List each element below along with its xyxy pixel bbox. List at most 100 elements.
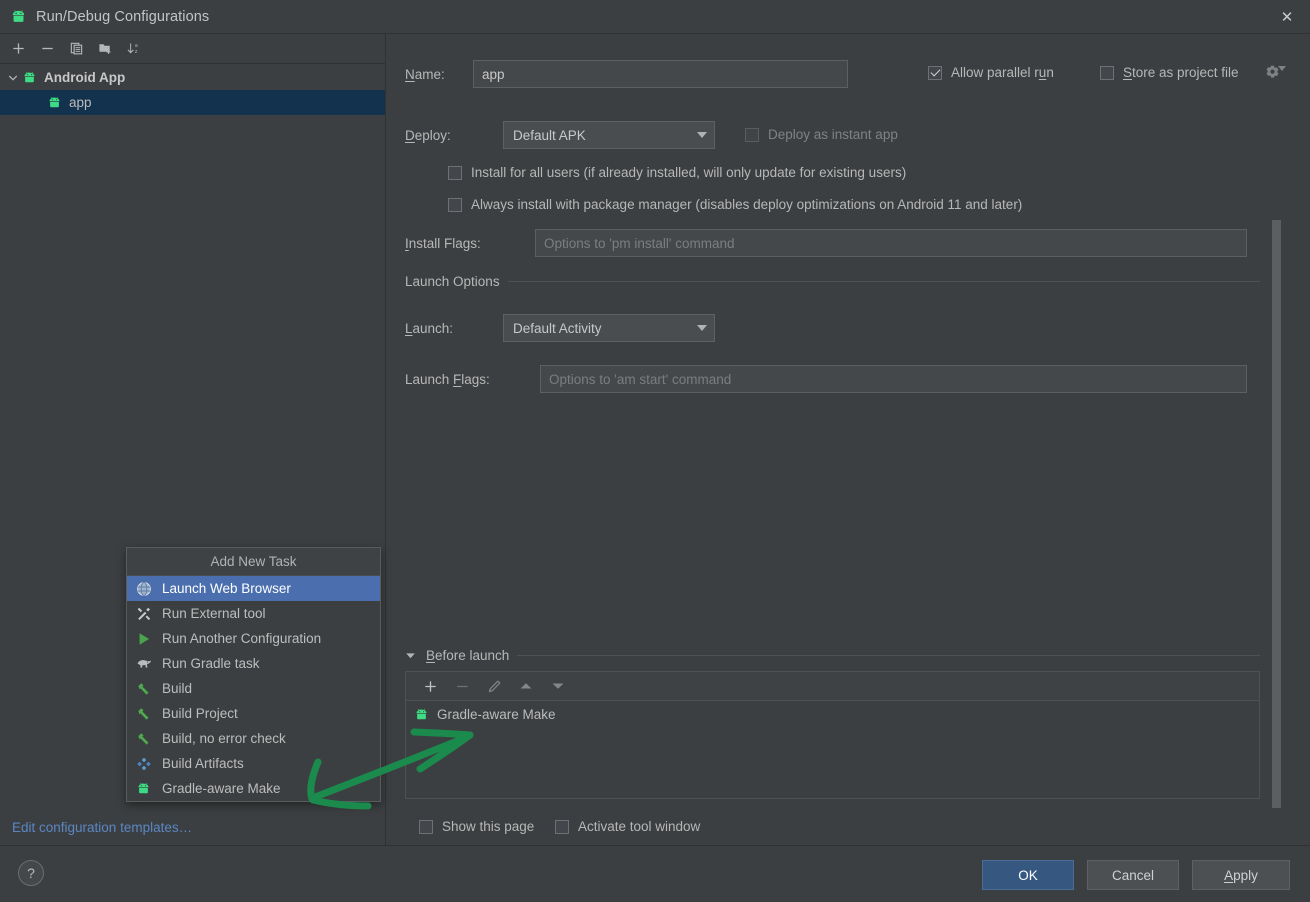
- name-input[interactable]: app: [473, 60, 848, 88]
- sidebar-toolbar: az: [0, 34, 385, 64]
- launch-select-value: Default Activity: [513, 320, 602, 336]
- launch-flags-label: Launch Flags:: [405, 371, 490, 387]
- gradle-elephant-icon: [136, 656, 153, 672]
- menu-item-gradle-aware-make[interactable]: Gradle-aware Make: [127, 776, 380, 801]
- launch-label: Launch:: [405, 320, 454, 336]
- checkbox-box[interactable]: [745, 127, 759, 142]
- tree-group-label: Android App: [44, 70, 126, 85]
- chevron-down-icon: [697, 325, 707, 331]
- section-divider: [517, 655, 1260, 656]
- tools-icon: [136, 606, 153, 622]
- dialog-footer: ? OK Cancel Apply: [0, 845, 1310, 902]
- menu-item-build[interactable]: Build: [127, 676, 380, 701]
- folder-add-icon[interactable]: [91, 36, 120, 62]
- launch-flags-input[interactable]: Options to 'am start' command: [540, 365, 1247, 393]
- dialog-titlebar: Run/Debug Configurations ✕: [0, 0, 1310, 33]
- menu-item-run-gradle-task[interactable]: Run Gradle task: [127, 651, 380, 676]
- allow-parallel-run-label: Allow parallel run: [951, 65, 1054, 80]
- remove-configuration-button[interactable]: [33, 36, 62, 62]
- triangle-up-icon[interactable]: [510, 673, 542, 700]
- android-icon: [22, 70, 37, 85]
- menu-item-label: Gradle-aware Make: [162, 781, 281, 796]
- edit-configuration-templates-link[interactable]: Edit configuration templates…: [12, 820, 192, 835]
- artifacts-icon: [136, 756, 153, 772]
- menu-item-build-no-error-check[interactable]: Build, no error check: [127, 726, 380, 751]
- globe-icon: [136, 581, 153, 597]
- deploy-select-value: Default APK: [513, 127, 586, 143]
- menu-item-build-artifacts[interactable]: Build Artifacts: [127, 751, 380, 776]
- add-task-button[interactable]: [414, 673, 446, 700]
- close-icon[interactable]: ✕: [1264, 0, 1310, 33]
- pencil-icon[interactable]: [478, 673, 510, 700]
- triangle-down-icon[interactable]: [542, 673, 574, 700]
- before-launch-task-list[interactable]: Gradle-aware Make: [405, 700, 1260, 799]
- add-configuration-button[interactable]: [4, 36, 33, 62]
- hammer-icon: [136, 706, 153, 722]
- before-launch-panel: Gradle-aware Make: [405, 671, 1260, 799]
- install-for-all-users-checkbox[interactable]: Install for all users (if already instal…: [448, 165, 906, 180]
- android-icon: [136, 781, 153, 796]
- store-as-project-file-checkbox[interactable]: Store as project file: [1100, 65, 1239, 80]
- section-divider: [507, 281, 1260, 282]
- menu-item-label: Build: [162, 681, 193, 696]
- launch-options-section-label: Launch Options: [405, 274, 500, 289]
- menu-item-run-another-configuration[interactable]: Run Another Configuration: [127, 626, 380, 651]
- tree-group-android-app[interactable]: Android App: [0, 65, 385, 90]
- deploy-as-instant-app-checkbox[interactable]: Deploy as instant app: [745, 127, 898, 142]
- activate-tool-window-label: Activate tool window: [578, 819, 701, 834]
- menu-item-label: Build, no error check: [162, 731, 286, 746]
- cancel-button[interactable]: Cancel: [1087, 860, 1179, 890]
- help-button[interactable]: ?: [18, 860, 44, 886]
- copy-icon[interactable]: [62, 36, 91, 62]
- checkbox-box[interactable]: [448, 197, 462, 212]
- menu-item-launch-web-browser[interactable]: Launch Web Browser: [127, 576, 380, 601]
- ok-button[interactable]: OK: [982, 860, 1074, 890]
- android-icon: [414, 707, 429, 722]
- collapse-triangle-icon[interactable]: [405, 650, 416, 661]
- checkbox-box[interactable]: [419, 819, 433, 834]
- android-icon: [10, 8, 27, 25]
- list-item[interactable]: Gradle-aware Make: [406, 701, 1259, 727]
- checkbox-box[interactable]: [448, 165, 462, 180]
- allow-parallel-run-checkbox[interactable]: Allow parallel run: [928, 65, 1054, 80]
- dialog-title: Run/Debug Configurations: [36, 8, 210, 25]
- svg-text:z: z: [135, 49, 138, 55]
- deploy-select[interactable]: Default APK: [503, 121, 715, 149]
- remove-task-button[interactable]: [446, 673, 478, 700]
- chevron-down-icon: [697, 132, 707, 138]
- gear-icon[interactable]: [1264, 64, 1286, 84]
- menu-item-run-external-tool[interactable]: Run External tool: [127, 601, 380, 626]
- configuration-editor-panel: Name: app Allow parallel run Store as pr…: [387, 33, 1310, 845]
- always-install-with-package-manager-checkbox[interactable]: Always install with package manager (dis…: [448, 197, 1022, 212]
- hammer-icon: [136, 681, 153, 697]
- main-scrollbar-thumb[interactable]: [1272, 220, 1281, 808]
- menu-item-build-project[interactable]: Build Project: [127, 701, 380, 726]
- checkbox-box[interactable]: [555, 819, 569, 834]
- menu-item-label: Run External tool: [162, 606, 266, 621]
- tree-item-app[interactable]: app: [0, 90, 385, 115]
- sort-az-icon[interactable]: az: [120, 36, 149, 62]
- always-install-with-package-manager-label: Always install with package manager (dis…: [471, 197, 1023, 212]
- popup-title: Add New Task: [127, 548, 380, 576]
- checkbox-box[interactable]: [1100, 65, 1114, 80]
- menu-item-label: Run Gradle task: [162, 656, 260, 671]
- play-icon: [136, 631, 153, 647]
- name-label: Name:: [405, 66, 445, 82]
- add-new-task-popup: Add New Task Launch Web Browser Run Exte…: [126, 547, 381, 802]
- hammer-icon: [136, 731, 153, 747]
- launch-select[interactable]: Default Activity: [503, 314, 715, 342]
- show-this-page-checkbox[interactable]: Show this page: [419, 819, 534, 834]
- menu-item-label: Build Project: [162, 706, 238, 721]
- install-flags-label: Install Flags:: [405, 235, 481, 251]
- chevron-down-icon[interactable]: [4, 73, 22, 83]
- menu-item-label: Build Artifacts: [162, 756, 244, 771]
- menu-item-label: Launch Web Browser: [162, 581, 291, 596]
- apply-button[interactable]: Apply: [1192, 860, 1290, 890]
- checkbox-box[interactable]: [928, 65, 942, 80]
- install-flags-input[interactable]: Options to 'pm install' command: [535, 229, 1247, 257]
- menu-item-label: Run Another Configuration: [162, 631, 322, 646]
- show-this-page-label: Show this page: [442, 819, 535, 834]
- activate-tool-window-checkbox[interactable]: Activate tool window: [555, 819, 700, 834]
- tree-item-label: app: [69, 95, 92, 110]
- deploy-as-instant-app-label: Deploy as instant app: [768, 127, 898, 142]
